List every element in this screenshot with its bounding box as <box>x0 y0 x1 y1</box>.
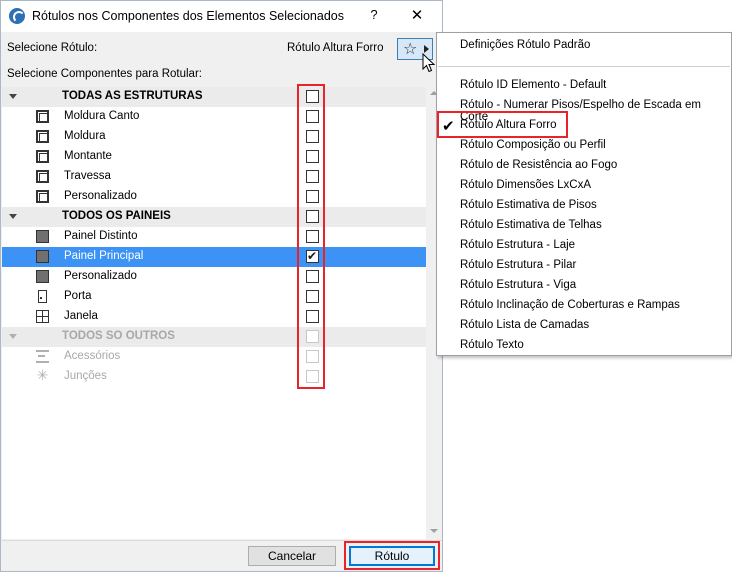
menu-item[interactable]: Rótulo de Resistência ao Fogo <box>437 156 731 176</box>
label-presets-menu: Definições Rótulo Padrão Rótulo ID Eleme… <box>436 32 732 356</box>
frame-icon <box>36 130 49 143</box>
tree-row-label: Junções <box>64 370 107 382</box>
select-label-caption: Selecione Rótulo: <box>7 42 98 54</box>
tree-item-row[interactable]: Porta <box>2 287 426 307</box>
tree-row-label: Personalizado <box>64 190 137 202</box>
tree-item-row[interactable]: Personalizado <box>2 187 426 207</box>
label-components-dialog: Rótulos nos Componentes dos Elementos Se… <box>0 0 443 572</box>
menu-item-label: Rótulo Lista de Camadas <box>460 319 590 331</box>
component-tree-list: TODAS AS ESTRUTURAS Moldura Canto Moldura M… <box>2 87 426 539</box>
menu-item-label: Rótulo Estrutura - Viga <box>460 279 577 291</box>
panel-icon <box>36 230 49 243</box>
menu-default-settings-label: Definições Rótulo Padrão <box>460 39 591 51</box>
menu-item[interactable]: Rótulo Composição ou Perfil <box>437 136 731 156</box>
mouse-cursor-icon <box>422 53 436 73</box>
tree-row-label: Painel Principal <box>64 250 144 262</box>
tree-row-label: Painel Distinto <box>64 230 138 242</box>
checkbox-column-highlight <box>297 84 325 389</box>
app-logo-icon <box>9 8 25 24</box>
tree-item-row[interactable]: Painel Principal <box>2 247 426 267</box>
menu-item[interactable]: Rótulo Estrutura - Laje <box>437 236 731 256</box>
tree-row-label: Janela <box>64 310 98 322</box>
current-label-name: Rótulo Altura Forro <box>287 42 384 54</box>
cancel-button[interactable]: Cancelar <box>248 546 336 566</box>
tree-row-label: TODOS SO OUTROS <box>62 330 175 342</box>
door-icon <box>38 290 47 303</box>
tree-group-row: TODOS SO OUTROS <box>2 327 426 347</box>
tree-item-row[interactable]: Painel Distinto <box>2 227 426 247</box>
tree-row-label: TODAS AS ESTRUTURAS <box>62 90 203 102</box>
tree-item-row[interactable]: Moldura Canto <box>2 107 426 127</box>
tree-row-label: Moldura Canto <box>64 110 140 122</box>
tree-item-row[interactable]: Janela <box>2 307 426 327</box>
menu-item[interactable]: Rótulo Estrutura - Pilar <box>437 256 731 276</box>
tree-item-row[interactable]: Montante <box>2 147 426 167</box>
window-icon <box>36 310 49 323</box>
menu-item-label: Rótulo Estrutura - Pilar <box>460 259 577 271</box>
close-button[interactable]: ✕ <box>405 6 429 26</box>
tree-row-label: Travessa <box>64 170 111 182</box>
menu-item-label: Rótulo Estimativa de Telhas <box>460 219 602 231</box>
star-icon: ☆ <box>403 41 418 58</box>
frame-icon <box>36 110 49 123</box>
panel-icon <box>36 270 49 283</box>
tree-group-row[interactable]: TODOS OS PAINEIS <box>2 207 426 227</box>
help-button[interactable]: ? <box>363 7 385 27</box>
menu-item-label: Rótulo Estimativa de Pisos <box>460 199 597 211</box>
menu-item[interactable]: Rótulo Dimensões LxCxA <box>437 176 731 196</box>
title-bar: Rótulos nos Componentes dos Elementos Se… <box>1 1 442 32</box>
menu-item-label: Rótulo ID Elemento - Default <box>460 79 607 91</box>
menu-item-label: Rótulo Composição ou Perfil <box>460 139 606 151</box>
junctions-icon: ✳ <box>36 367 49 383</box>
ok-button-highlight <box>344 541 440 570</box>
menu-item-label: Rótulo Texto <box>460 339 524 351</box>
menu-item[interactable]: Rótulo Texto <box>437 336 731 356</box>
frame-icon <box>36 150 49 163</box>
menu-item-label: Rótulo Dimensões LxCxA <box>460 179 592 191</box>
tree-group-row[interactable]: TODAS AS ESTRUTURAS <box>2 87 426 107</box>
accessories-icon <box>36 350 49 363</box>
menu-arrow-icon <box>424 45 429 53</box>
tree-item-row: Acessórios <box>2 347 426 367</box>
menu-item[interactable]: Rótulo ID Elemento - Default <box>437 76 731 96</box>
tree-row-label: Montante <box>64 150 112 162</box>
menu-item-label: Rótulo de Resistência ao Fogo <box>460 159 618 171</box>
tree-row-label: Personalizado <box>64 270 137 282</box>
menu-item[interactable]: Rótulo Estimativa de Telhas <box>437 216 731 236</box>
menu-item[interactable]: Rótulo Inclinação de Coberturas e Rampas <box>437 296 731 316</box>
select-components-caption: Selecione Componentes para Rotular: <box>7 68 202 80</box>
expand-arrow-icon <box>9 334 17 339</box>
expand-arrow-icon[interactable] <box>9 214 17 219</box>
menu-item-label: Rótulo Estrutura - Laje <box>460 239 576 251</box>
menu-default-settings[interactable]: Definições Rótulo Padrão <box>437 36 731 56</box>
tree-row-label: Moldura <box>64 130 106 142</box>
scroll-down-icon[interactable] <box>430 529 438 533</box>
frame-icon <box>36 190 49 203</box>
tree-item-row[interactable]: Personalizado <box>2 267 426 287</box>
selected-menu-item-highlight <box>437 111 568 138</box>
expand-arrow-icon[interactable] <box>9 94 17 99</box>
menu-item-label: Rótulo Inclinação de Coberturas e Rampas <box>460 299 680 311</box>
tree-row-label: Acessórios <box>64 350 121 362</box>
frame-icon <box>36 170 49 183</box>
tree-item-row: ✳ Junções <box>2 367 426 387</box>
tree-item-row[interactable]: Travessa <box>2 167 426 187</box>
menu-item[interactable]: Rótulo Lista de Camadas <box>437 316 731 336</box>
panel-icon <box>36 250 49 263</box>
tree-row-label: TODOS OS PAINEIS <box>62 210 171 222</box>
menu-separator <box>438 66 730 67</box>
tree-row-label: Porta <box>64 290 92 302</box>
tree-item-row[interactable]: Moldura <box>2 127 426 147</box>
window-title: Rótulos nos Componentes dos Elementos Se… <box>32 9 344 23</box>
menu-item[interactable]: Rótulo Estimativa de Pisos <box>437 196 731 216</box>
menu-item[interactable]: Rótulo Estrutura - Viga <box>437 276 731 296</box>
